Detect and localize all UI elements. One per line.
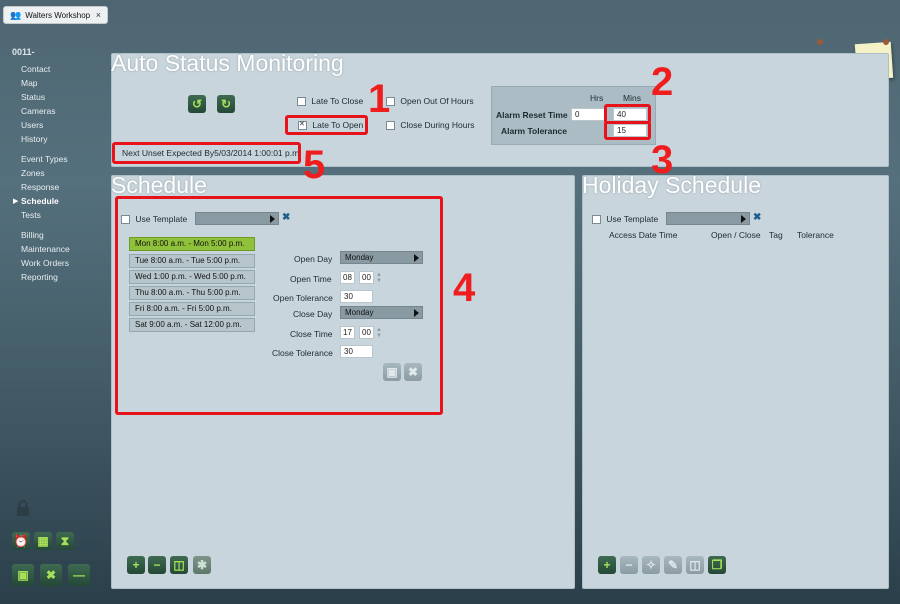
schedule-title: Schedule (111, 172, 207, 198)
signal-icon[interactable]: ⧗ (56, 532, 74, 550)
holiday-use-template-label: Use Template (606, 214, 659, 224)
add-icon[interactable]: + (127, 556, 145, 574)
alarm-clock-icon[interactable]: ⏰ (12, 532, 30, 550)
holiday-template-select[interactable] (666, 212, 750, 225)
late-to-close-checkbox[interactable] (297, 97, 306, 107)
holiday-template-clear-icon[interactable]: ✖ (753, 212, 761, 223)
col-tag[interactable]: Tag (769, 230, 783, 240)
alarm-reset-hrs-field[interactable]: 0 (571, 108, 605, 121)
highlight-box-1 (285, 115, 368, 135)
pin-icon (883, 39, 889, 45)
col-tolerance[interactable]: Tolerance (797, 230, 834, 240)
grid-globe-icon[interactable]: ▦ (34, 532, 52, 550)
auto-status-title: Auto Status Monitoring (111, 50, 344, 76)
minimize-icon[interactable]: — (68, 564, 90, 586)
nav-contact[interactable]: Contact (21, 64, 50, 74)
late-to-close-option[interactable]: Late To Close (297, 96, 364, 107)
holiday-add-sub-icon[interactable]: ✧ (642, 556, 660, 574)
lock-icon[interactable] (16, 500, 30, 516)
nav-maintenance[interactable]: Maintenance (21, 244, 70, 254)
nav-response[interactable]: Response (21, 182, 59, 192)
open-out-of-hours-option[interactable]: Open Out Of Hours (386, 96, 474, 107)
nav-event-types[interactable]: Event Types (21, 154, 68, 164)
nav-history[interactable]: History (21, 134, 47, 144)
refresh-icon[interactable]: ↻ (217, 95, 235, 113)
remove-icon[interactable]: − (148, 556, 166, 574)
nav-billing[interactable]: Billing (21, 230, 44, 240)
nav-schedule[interactable]: Schedule (21, 196, 59, 206)
close-during-hours-checkbox[interactable] (386, 121, 395, 131)
open-out-of-hours-label: Open Out Of Hours (400, 96, 474, 106)
holiday-add-icon[interactable]: + (598, 556, 616, 574)
holiday-use-template-option[interactable]: Use Template (592, 214, 659, 225)
cancel-icon[interactable]: ✖ (40, 564, 62, 586)
nav-tests[interactable]: Tests (21, 210, 41, 220)
asterisk-icon[interactable]: ✱ (193, 556, 211, 574)
save-icon[interactable]: ▣ (12, 564, 34, 586)
tab-close-icon[interactable]: × (96, 10, 101, 20)
annotation-number-2: 2 (651, 60, 674, 104)
holiday-remove-icon[interactable]: − (620, 556, 638, 574)
col-open-close[interactable]: Open / Close (711, 230, 761, 240)
holiday-trash-icon[interactable]: ◫ (686, 556, 704, 574)
hrs-header: Hrs (590, 93, 604, 103)
annotation-number-5: 5 (303, 143, 326, 187)
alarm-tolerance-label: Alarm Tolerance (501, 126, 567, 136)
site-id: 0011- (12, 47, 35, 57)
highlight-box-5 (112, 142, 301, 164)
holiday-edit-icon[interactable]: ✎ (664, 556, 682, 574)
active-arrow-icon: ▶ (13, 198, 19, 205)
annotation-number-3: 3 (651, 138, 674, 182)
nav-cameras[interactable]: Cameras (21, 106, 55, 116)
late-to-close-label: Late To Close (311, 96, 364, 106)
nav-work-orders[interactable]: Work Orders (21, 258, 69, 268)
pin-icon (817, 39, 823, 45)
annotation-number-1: 1 (368, 77, 391, 121)
nav-zones[interactable]: Zones (21, 168, 45, 178)
workspace-tab[interactable]: 👥 Walters Workshop × (3, 6, 108, 24)
holiday-copy-icon[interactable]: ❐ (708, 556, 726, 574)
highlight-box-4 (115, 196, 443, 415)
history-arrow-icon[interactable]: ↺ (188, 95, 206, 113)
trash-icon[interactable]: ◫ (170, 556, 188, 574)
mins-header: Mins (623, 93, 641, 103)
close-during-hours-label: Close During Hours (400, 120, 475, 130)
nav-status[interactable]: Status (21, 92, 45, 102)
holiday-use-template-checkbox[interactable] (592, 215, 601, 225)
nav-users[interactable]: Users (21, 120, 43, 130)
highlight-box-3 (604, 121, 651, 140)
annotation-number-4: 4 (453, 266, 476, 310)
alarm-reset-time-label: Alarm Reset Time (496, 110, 568, 120)
col-access-date-time[interactable]: Access Date Time (609, 230, 678, 240)
tab-title: Walters Workshop (25, 10, 91, 20)
nav-map[interactable]: Map (21, 78, 38, 88)
users-icon: 👥 (10, 9, 22, 20)
nav-reporting[interactable]: Reporting (21, 272, 58, 282)
close-during-hours-option[interactable]: Close During Hours (386, 120, 475, 131)
